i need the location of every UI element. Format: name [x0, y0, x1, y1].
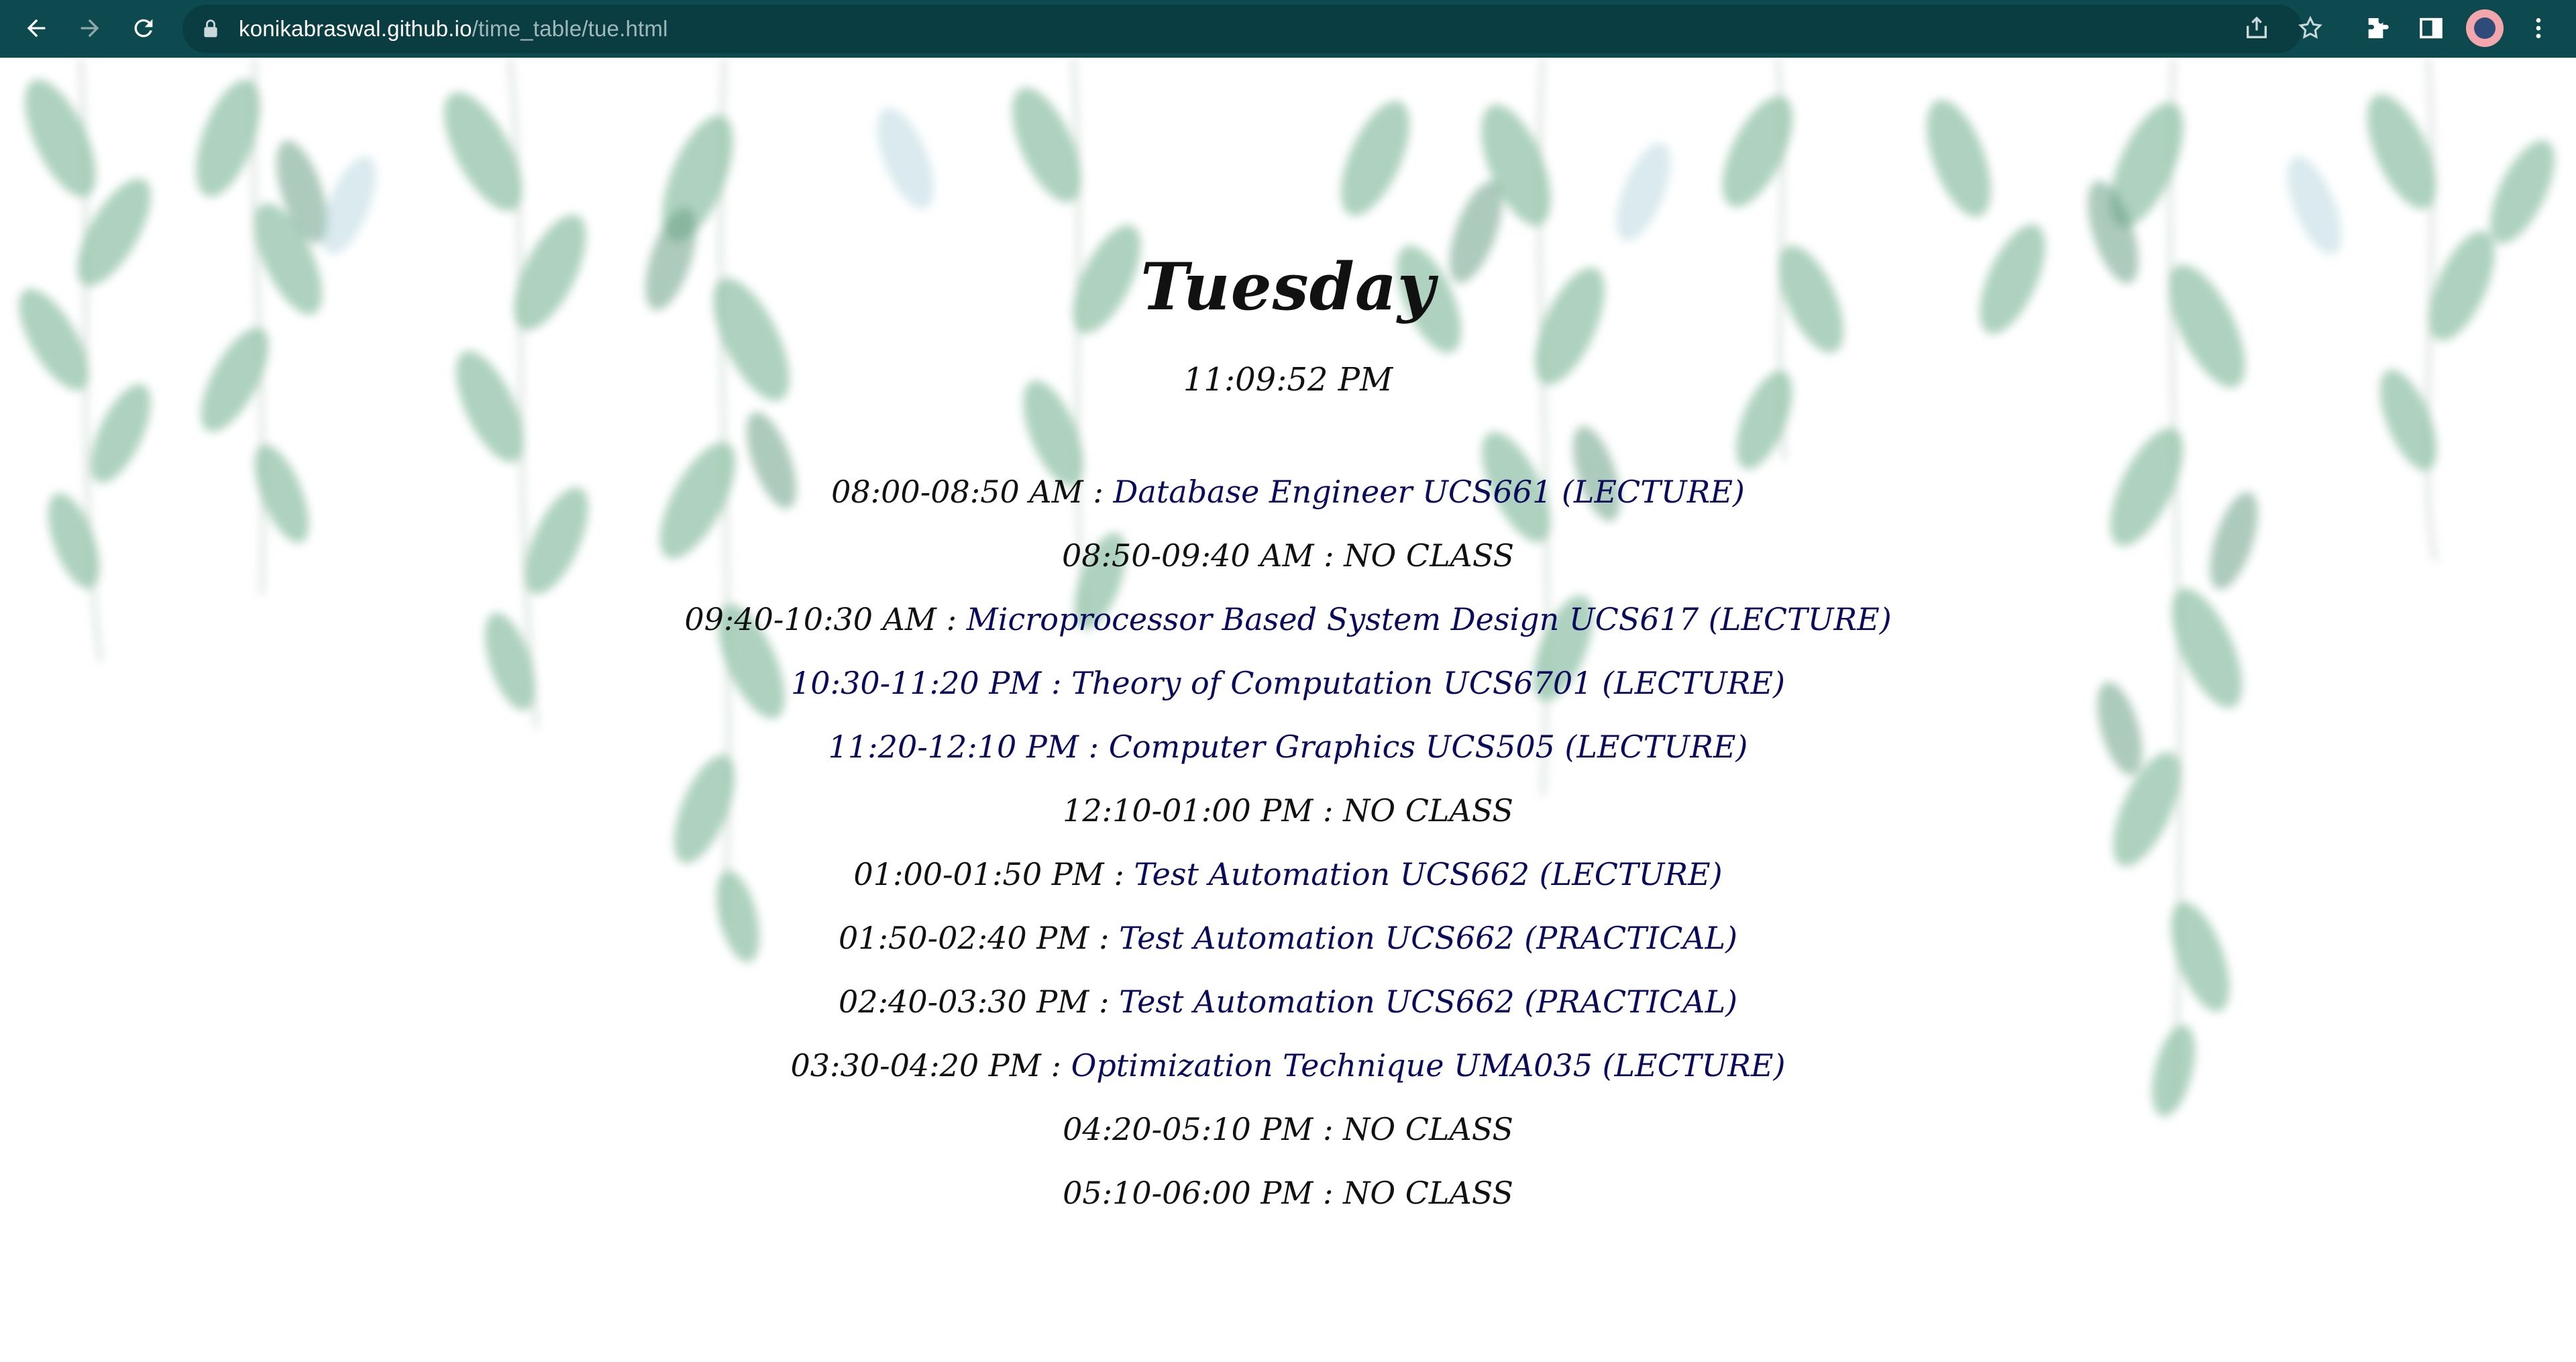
schedule-slot: 03:30-04:20 PM : Optimization Technique … — [0, 1034, 2576, 1098]
schedule-slot: 05:10-06:00 PM : NO CLASS — [0, 1161, 2576, 1225]
schedule-slot: 09:40-10:30 AM : Microprocessor Based Sy… — [0, 588, 2576, 651]
slot-course: Test Automation UCS662 (PRACTICAL) — [1119, 984, 1737, 1020]
slot-course: NO CLASS — [1343, 1111, 1513, 1147]
lock-icon[interactable] — [201, 17, 220, 40]
slot-course: Theory of Computation UCS6701 (LECTURE) — [1071, 665, 1785, 701]
slot-time: 02:40-03:30 PM : — [839, 984, 1120, 1020]
slot-course: Test Automation UCS662 (LECTURE) — [1134, 856, 1723, 892]
back-icon — [27, 19, 46, 38]
slot-time: 08:00-08:50 AM : — [831, 474, 1114, 510]
schedule-slot: 11:20-12:10 PM : Computer Graphics UCS50… — [0, 715, 2576, 779]
slot-time: 11:20-12:10 PM : — [828, 729, 1109, 765]
back-button[interactable] — [17, 9, 55, 47]
slot-time: 04:20-05:10 PM : — [1063, 1111, 1344, 1147]
slot-course: Test Automation UCS662 (PRACTICAL) — [1119, 920, 1737, 956]
reload-icon — [134, 19, 153, 38]
share-icon[interactable] — [2238, 9, 2275, 47]
schedule-slot: 01:50-02:40 PM : Test Automation UCS662 … — [0, 906, 2576, 970]
slot-time: 12:10-01:00 PM : — [1063, 792, 1344, 829]
menu-icon[interactable] — [2520, 9, 2557, 47]
slot-course: Optimization Technique UMA035 (LECTURE) — [1071, 1047, 1786, 1084]
forward-button[interactable] — [71, 9, 109, 47]
slot-course: Computer Graphics UCS505 (LECTURE) — [1108, 729, 1748, 765]
slot-course: NO CLASS — [1343, 1175, 1513, 1211]
browser-toolbar: konikabraswal.github.io/time_table/tue.h… — [0, 0, 2576, 58]
schedule-slot: 12:10-01:00 PM : NO CLASS — [0, 779, 2576, 843]
slot-course: Microprocessor Based System Design UCS61… — [966, 601, 1892, 637]
current-time: 11:09:52 PM — [1183, 361, 1393, 399]
address-bar[interactable]: konikabraswal.github.io/time_table/tue.h… — [182, 5, 2302, 53]
forward-icon — [80, 19, 99, 38]
slot-time: 01:00-01:50 PM : — [853, 856, 1134, 892]
profile-avatar[interactable] — [2466, 9, 2504, 47]
url-host: konikabraswal.github.io — [239, 16, 472, 41]
slot-course: Database Engineer UCS661 (LECTURE) — [1113, 474, 1745, 510]
star-icon[interactable] — [2292, 9, 2329, 47]
slot-time: 05:10-06:00 PM : — [1063, 1175, 1344, 1211]
slot-time: 08:50-09:40 AM : — [1061, 537, 1344, 574]
slot-time: 09:40-10:30 AM : — [684, 601, 967, 637]
avatar-image — [2474, 17, 2496, 39]
extensions-icon[interactable] — [2359, 9, 2396, 47]
url-text[interactable]: konikabraswal.github.io/time_table/tue.h… — [239, 16, 668, 42]
slot-course: NO CLASS — [1344, 537, 1515, 574]
schedule-list: 08:00-08:50 AM : Database Engineer UCS66… — [0, 460, 2576, 1225]
schedule-slot: 08:50-09:40 AM : NO CLASS — [0, 524, 2576, 588]
schedule-slot: 01:00-01:50 PM : Test Automation UCS662 … — [0, 843, 2576, 906]
slot-time: 01:50-02:40 PM : — [839, 920, 1120, 956]
page-viewport: Tuesday 11:09:52 PM 08:00-08:50 AM : Dat… — [0, 58, 2576, 1362]
slot-time: 03:30-04:20 PM : — [790, 1047, 1071, 1084]
day-title: Tuesday — [1140, 249, 1436, 325]
reload-button[interactable] — [125, 9, 162, 47]
slot-time: 10:30-11:20 PM : — [791, 665, 1072, 701]
side-panel-icon[interactable] — [2412, 9, 2450, 47]
schedule-slot: 08:00-08:50 AM : Database Engineer UCS66… — [0, 460, 2576, 524]
schedule-slot: 04:20-05:10 PM : NO CLASS — [0, 1098, 2576, 1161]
schedule-slot: 10:30-11:20 PM : Theory of Computation U… — [0, 651, 2576, 715]
url-path: /time_table/tue.html — [472, 16, 668, 41]
slot-course: NO CLASS — [1343, 792, 1513, 829]
schedule-slot: 02:40-03:30 PM : Test Automation UCS662 … — [0, 970, 2576, 1034]
